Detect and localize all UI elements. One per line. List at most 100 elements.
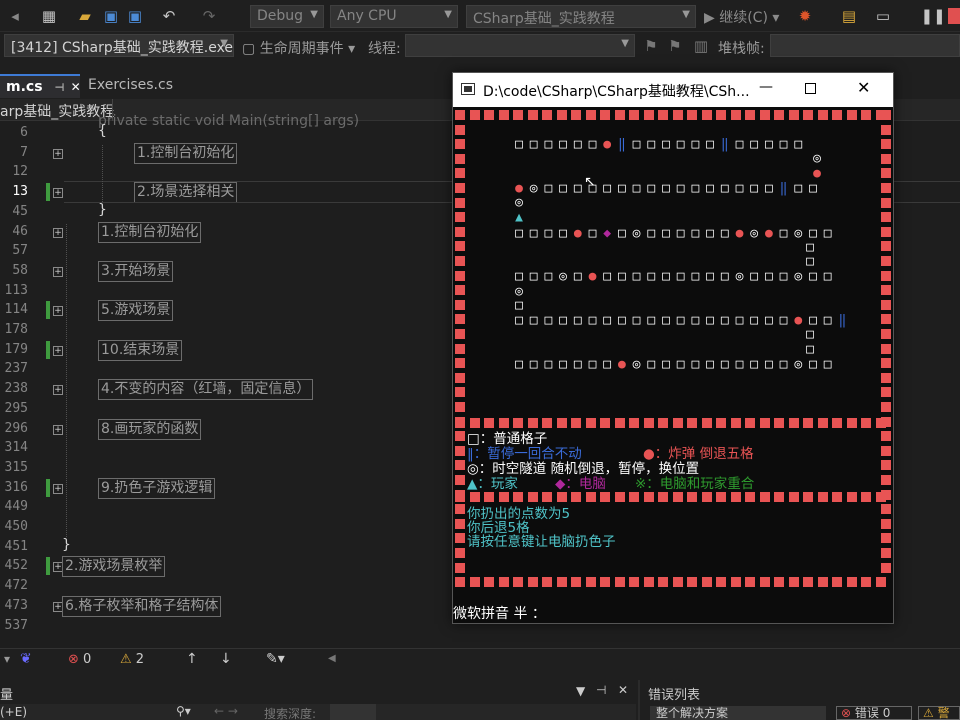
wall-block (470, 110, 480, 120)
collapsed-region[interactable]: 1.控制台初始化 (98, 221, 202, 243)
normal-cell: □ (794, 137, 803, 152)
player-icon: ▲ (515, 210, 523, 225)
collapsed-region[interactable]: 8.画玩家的函数 (98, 418, 202, 440)
wall-block (571, 577, 581, 587)
console-app-icon (461, 83, 475, 95)
console-window[interactable]: D:\code\CSharp\CSharp基础教程\CSh... — ✕ □ □ □… (452, 72, 894, 624)
pin-icon[interactable]: ⊣ (55, 81, 65, 94)
collapsed-region[interactable]: 5.游戏场景 (98, 300, 174, 322)
flag-threads-icon[interactable]: ⚑ (664, 35, 686, 57)
warning-count-value: 2 (135, 652, 145, 667)
arrow-up-icon[interactable]: ↑ (186, 651, 198, 667)
fold-toggle-icon[interactable]: + (53, 345, 63, 356)
nav-back-icon[interactable]: ← → (214, 704, 238, 718)
filter-icon[interactable]: ▥ (690, 35, 712, 57)
warning-count[interactable]: ⚠ 2 (120, 652, 144, 667)
flag-icon[interactable]: ⚑ (640, 35, 662, 57)
fold-toggle-icon[interactable]: + (53, 306, 63, 317)
line-number: 472 (4, 578, 28, 594)
save-icon[interactable]: ▣ (100, 5, 122, 27)
fold-toggle-icon[interactable]: + (53, 266, 63, 277)
maximize-icon[interactable] (805, 83, 816, 94)
search-depth-select[interactable] (330, 704, 376, 720)
search-icon[interactable]: ⚲▾ (176, 704, 191, 718)
normal-cell: □ (603, 357, 612, 372)
redo-icon[interactable]: ↷ (198, 5, 220, 27)
normal-cell: □ (691, 357, 700, 372)
wall-block (818, 418, 828, 428)
collapsed-region[interactable]: 9.扔色子游戏逻辑 (98, 477, 216, 499)
hot-reload-icon[interactable]: ✹ (794, 5, 816, 27)
scroll-left-icon[interactable]: ◀ (328, 653, 336, 664)
tab-exercises-cs[interactable]: Exercises.cs (82, 74, 202, 98)
collapsed-region[interactable]: 2.游戏场景枚举 (62, 556, 166, 578)
close-icon[interactable]: ✕ (618, 683, 628, 697)
close-icon[interactable]: ✕ (71, 80, 81, 94)
pause-icon[interactable]: ❚❚ (920, 5, 945, 27)
normal-cell: □ (720, 226, 729, 241)
legend-bomb: ●：炸弹 倒退五格 (643, 446, 754, 462)
wall-block (731, 492, 741, 502)
warnings-filter-button[interactable]: ⚠ 警 (918, 706, 960, 720)
zoom-dropdown[interactable]: ▾ (4, 652, 10, 666)
fold-toggle-icon[interactable]: + (53, 148, 63, 159)
watch-search-bar[interactable]: (+E) ⚲▾ ← → 搜索深度: (0, 704, 636, 720)
layout-icon[interactable]: ▭ (872, 5, 894, 27)
wall-block (499, 110, 509, 120)
minimize-icon[interactable]: — (759, 79, 773, 95)
panel-menu-icon[interactable]: ▼ (576, 684, 585, 698)
thread-select[interactable]: ▼ (405, 34, 635, 57)
collapsed-region[interactable]: 10.结束场景 (98, 339, 183, 361)
normal-cell: □ (735, 137, 744, 152)
normal-cell: □ (515, 226, 523, 241)
folder-icon[interactable]: ▤ (838, 5, 860, 27)
new-item-icon[interactable]: ▦ (38, 5, 60, 27)
wall-block (455, 563, 465, 573)
platform-select[interactable]: Any CPU ▼ (330, 5, 458, 28)
normal-cell: □ (806, 254, 814, 269)
arrow-down-icon[interactable]: ↓ (220, 651, 232, 667)
change-marker (46, 183, 50, 202)
save-all-icon[interactable]: ▣ (124, 5, 146, 27)
normal-cell: □ (573, 357, 582, 372)
fold-toggle-icon[interactable]: + (53, 227, 63, 238)
startup-project-select[interactable]: CSharp基础_实践教程 ▼ (466, 5, 696, 28)
normal-cell: □ (603, 269, 612, 284)
continue-button[interactable]: ▶ 继续(C) ▾ (704, 7, 779, 27)
wall-block (455, 446, 465, 456)
intellicode-icon[interactable]: ❦ (20, 651, 32, 667)
fold-toggle-icon[interactable]: + (53, 424, 63, 435)
lifecycle-events-button[interactable]: ▢ 生命周期事件 ▾ (242, 38, 355, 58)
pin-icon[interactable]: ⊣ (596, 683, 606, 697)
config-select[interactable]: Debug ▼ (250, 5, 324, 28)
back-icon[interactable]: ◂ (4, 5, 26, 27)
process-select[interactable]: [3412] CSharp基础_实践教程.exe ▼ (4, 34, 234, 57)
close-icon[interactable]: ✕ (857, 78, 870, 97)
fold-toggle-icon[interactable]: + (53, 483, 63, 494)
collapsed-region[interactable]: 4.不变的内容（红墙，固定信息） (98, 379, 314, 401)
wall-block (832, 418, 842, 428)
collapsed-region[interactable]: 3.开始场景 (98, 260, 174, 282)
stackframe-select[interactable] (770, 34, 960, 57)
stop-icon[interactable] (948, 8, 960, 24)
console-titlebar[interactable]: D:\code\CSharp\CSharp基础教程\CSh... — ✕ (453, 73, 893, 107)
fold-toggle-icon[interactable]: + (53, 188, 63, 199)
wall-block (658, 577, 668, 587)
wall-block (760, 577, 770, 587)
undo-icon[interactable]: ↶ (158, 5, 180, 27)
wall-block (881, 358, 891, 368)
panel-title: 量 (0, 688, 14, 703)
wall-block (542, 110, 552, 120)
error-count[interactable]: ⊗ 0 (68, 652, 91, 667)
scope-select[interactable]: 整个解决方案 (650, 706, 826, 720)
cleanup-icon[interactable]: ✎▾ (266, 651, 285, 667)
wall-block (557, 418, 567, 428)
normal-cell: □ (809, 313, 817, 328)
errors-filter-button[interactable]: ⊗ 错误 0 (836, 706, 912, 720)
open-folder-icon[interactable]: ▰ (74, 5, 96, 27)
collapsed-region[interactable]: 1.控制台初始化 (134, 142, 238, 164)
collapsed-region[interactable]: 6.格子枚举和格子结构体 (62, 595, 222, 617)
tab-main-cs[interactable]: m.cs ⊣ ✕ (0, 74, 81, 98)
wall-block (881, 256, 891, 266)
fold-toggle-icon[interactable]: + (53, 385, 63, 396)
